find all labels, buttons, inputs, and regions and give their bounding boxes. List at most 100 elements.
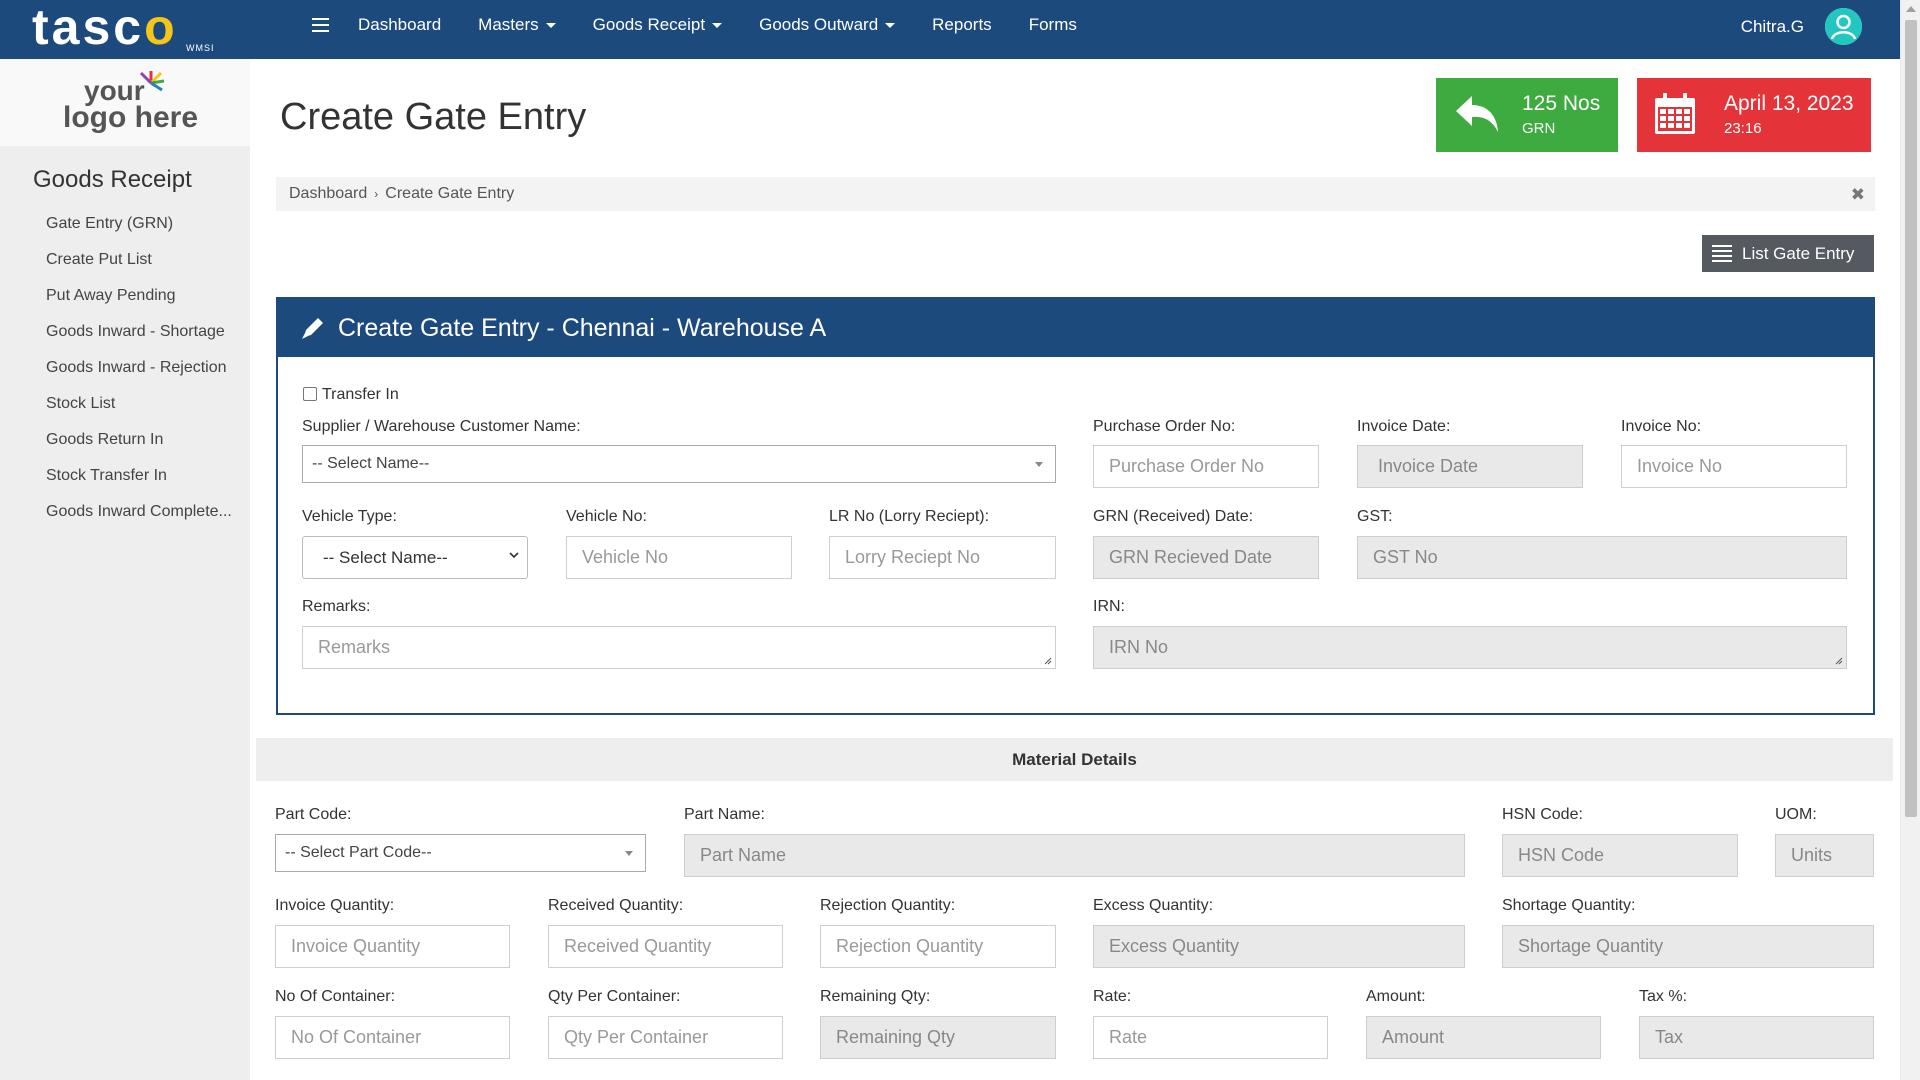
current-time: 23:16 <box>1724 120 1762 137</box>
vehicle-no-label: Vehicle No: <box>566 508 647 525</box>
resize-handle-icon[interactable] <box>1044 657 1052 665</box>
nav-item-goods-outward[interactable]: Goods Outward <box>759 15 896 35</box>
containers-input[interactable]: No Of Container <box>275 1016 510 1059</box>
resize-handle-icon[interactable] <box>1835 657 1843 665</box>
nav-item-masters[interactable]: Masters <box>478 15 556 35</box>
vehicle-no-input[interactable]: Vehicle No <box>566 536 792 579</box>
sidebar-item[interactable]: Goods Return In <box>0 422 250 458</box>
brand-logo[interactable]: tasco WMSI <box>0 0 250 59</box>
reply-arrow-icon <box>1456 96 1498 132</box>
rejection-qty-input[interactable]: Rejection Quantity <box>820 925 1056 968</box>
transfer-in-label[interactable]: Transfer In <box>322 386 399 404</box>
main-nav: Dashboard Masters Goods Receipt Goods Outwa… <box>358 0 1114 50</box>
nav-item-label: Goods Receipt <box>592 15 706 34</box>
nav-item-forms[interactable]: Forms <box>1029 15 1077 35</box>
sidebar-item[interactable]: Gate Entry (GRN) <box>0 206 250 242</box>
rate-label: Rate: <box>1093 988 1132 1005</box>
close-icon[interactable]: ✖ <box>1851 185 1865 205</box>
remarks-textarea[interactable]: Remarks <box>302 626 1056 669</box>
form-heading-text: Create Gate Entry - Chennai - Warehouse … <box>338 313 827 342</box>
page-scrollbar[interactable] <box>1900 0 1920 1080</box>
dropdown-arrow-icon <box>1035 462 1043 467</box>
hamburger-menu-icon[interactable] <box>312 18 329 32</box>
sidebar-item[interactable]: Put Away Pending <box>0 278 250 314</box>
breadcrumb-root[interactable]: Dashboard <box>289 185 367 203</box>
supplier-label: Supplier / Warehouse Customer Name: <box>302 418 581 435</box>
dropdown-arrow-icon <box>625 851 633 856</box>
purchase-order-input[interactable]: Purchase Order No <box>1093 445 1319 488</box>
nav-item-label: Reports <box>932 15 992 34</box>
remarks-label: Remarks: <box>302 598 371 615</box>
user-name: Chitra.G <box>1740 16 1804 36</box>
grn-count-tile[interactable]: 125 Nos GRN <box>1436 78 1618 152</box>
sidebar-item[interactable]: Stock Transfer In <box>0 458 250 494</box>
shortage-qty-input[interactable]: Shortage Quantity <box>1502 925 1874 968</box>
user-menu[interactable]: Chitra.G <box>1741 8 1862 45</box>
chevron-right-icon: › <box>374 187 379 201</box>
current-date: April 13, 2023 <box>1724 92 1854 115</box>
vehicle-type-select[interactable]: -- Select Name-- <box>302 536 528 579</box>
irn-label: IRN: <box>1093 598 1125 615</box>
tax-input[interactable]: Tax <box>1639 1016 1874 1059</box>
user-avatar-icon[interactable] <box>1825 8 1862 45</box>
list-gate-entry-label: List Gate Entry <box>1742 243 1855 263</box>
calendar-icon <box>1655 93 1695 134</box>
nav-item-dashboard[interactable]: Dashboard <box>358 15 441 35</box>
rate-input[interactable]: Rate <box>1093 1016 1328 1059</box>
invoice-no-input[interactable]: Invoice No <box>1621 445 1847 488</box>
nav-item-label: Masters <box>478 15 539 34</box>
sidebar-item[interactable]: Create Put List <box>0 242 250 278</box>
qty-per-container-input[interactable]: Qty Per Container <box>548 1016 783 1059</box>
top-navbar: tasco WMSI Dashboard Masters Goods Receipt… <box>0 0 1900 59</box>
sidebar-item[interactable]: Goods Inward Complete... <box>0 494 250 530</box>
invoice-qty-label: Invoice Quantity: <box>275 897 395 914</box>
supplier-select-value: -- Select Name-- <box>312 455 430 472</box>
excess-qty-label: Excess Quantity: <box>1093 897 1214 914</box>
gst-input[interactable]: GST No <box>1357 536 1847 579</box>
caret-down-icon <box>545 22 556 28</box>
nav-item-goods-receipt[interactable]: Goods Receipt <box>592 15 723 35</box>
breadcrumb: Dashboard › Create Gate Entry ✖ <box>276 177 1875 211</box>
sidebar-item[interactable]: Stock List <box>0 386 250 422</box>
po-label: Purchase Order No: <box>1093 418 1236 435</box>
caret-down-icon <box>712 22 723 28</box>
lr-no-input[interactable]: Lorry Reciept No <box>829 536 1056 579</box>
containers-label: No Of Container: <box>275 988 396 1005</box>
transfer-in-checkbox[interactable] <box>303 387 317 401</box>
part-name-input[interactable]: Part Name <box>684 834 1465 877</box>
breadcrumb-current: Create Gate Entry <box>385 185 515 202</box>
scroll-thumb[interactable] <box>1905 20 1917 817</box>
invoice-date-label: Invoice Date: <box>1357 418 1451 435</box>
vehicle-type-value: -- Select Name-- <box>323 547 448 567</box>
form-panel-heading: Create Gate Entry - Chennai - Warehouse … <box>278 299 1873 357</box>
uom-input[interactable]: Units <box>1775 834 1874 877</box>
excess-qty-input[interactable]: Excess Quantity <box>1093 925 1465 968</box>
invoice-no-label: Invoice No: <box>1621 418 1702 435</box>
invoice-date-input[interactable]: Invoice Date <box>1357 445 1583 488</box>
nav-item-label: Goods Outward <box>759 15 879 34</box>
remarks-placeholder: Remarks <box>318 637 391 657</box>
sidebar-item[interactable]: Goods Inward - Rejection <box>0 350 250 386</box>
rejection-qty-label: Rejection Quantity: <box>820 897 956 914</box>
hsn-code-input[interactable]: HSN Code <box>1502 834 1738 877</box>
logo-line2: logo here <box>63 101 199 134</box>
irn-textarea[interactable]: IRN No <box>1093 626 1847 669</box>
part-code-select[interactable]: -- Select Part Code-- <box>275 834 646 872</box>
caret-down-icon <box>885 22 896 28</box>
sidebar-menu: Gate Entry (GRN) Create Put List Put Away … <box>0 206 250 530</box>
remaining-qty-label: Remaining Qty: <box>820 988 931 1005</box>
remaining-qty-input[interactable]: Remaining Qty <box>820 1016 1056 1059</box>
invoice-qty-input[interactable]: Invoice Quantity <box>275 925 510 968</box>
amount-input[interactable]: Amount <box>1366 1016 1601 1059</box>
uom-label: UOM: <box>1775 806 1817 823</box>
nav-item-reports[interactable]: Reports <box>932 15 992 35</box>
grn-count-label: GRN <box>1522 120 1556 137</box>
scroll-up-icon[interactable] <box>1906 6 1916 12</box>
supplier-select[interactable]: -- Select Name-- <box>302 445 1056 483</box>
received-qty-input[interactable]: Received Quantity <box>548 925 783 968</box>
sidebar-item[interactable]: Goods Inward - Shortage <box>0 314 250 350</box>
grn-count-value: 125 Nos <box>1522 92 1601 115</box>
gst-label: GST: <box>1357 508 1393 525</box>
list-gate-entry-button[interactable]: List Gate Entry <box>1702 235 1874 272</box>
grn-date-input[interactable]: GRN Recieved Date <box>1093 536 1319 579</box>
